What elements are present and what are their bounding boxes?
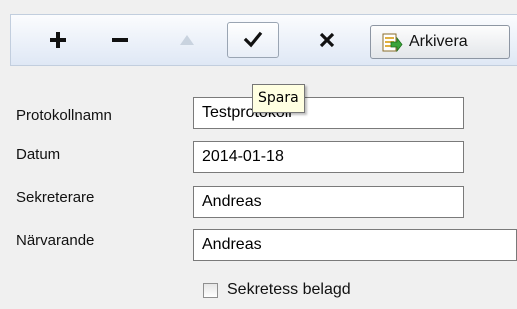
attendees-label: Närvarande xyxy=(16,232,95,249)
move-up-button[interactable] xyxy=(163,22,211,58)
add-button[interactable] xyxy=(34,22,82,58)
protocol-name-label: Protokollnamn xyxy=(16,107,112,124)
archive-button-label: Arkivera xyxy=(409,33,468,50)
confidential-label: Sekretess belagd xyxy=(227,281,351,298)
save-button[interactable] xyxy=(227,22,279,58)
minus-icon xyxy=(112,38,128,42)
confidential-checkbox[interactable] xyxy=(203,282,218,298)
archive-button[interactable]: Arkivera xyxy=(370,25,510,59)
save-tooltip: Spara xyxy=(252,84,305,113)
secretary-input[interactable]: Andreas xyxy=(193,186,464,218)
remove-button[interactable] xyxy=(96,22,144,58)
date-input[interactable]: 2014-01-18 xyxy=(193,141,464,173)
archive-arrow-icon xyxy=(382,33,403,53)
confidential-row[interactable]: Sekretess belagd xyxy=(203,281,351,299)
attendees-input[interactable]: Andreas xyxy=(193,229,517,261)
protocol-name-input[interactable]: Testprotokoll xyxy=(193,97,464,129)
checkmark-icon xyxy=(243,31,263,48)
up-triangle-icon xyxy=(180,35,194,45)
cancel-button[interactable] xyxy=(303,22,351,58)
plus-icon xyxy=(50,32,66,48)
x-icon xyxy=(319,32,335,48)
secretary-label: Sekreterare xyxy=(16,189,95,206)
toolbar: Arkivera xyxy=(0,0,517,82)
date-label: Datum xyxy=(16,146,61,163)
